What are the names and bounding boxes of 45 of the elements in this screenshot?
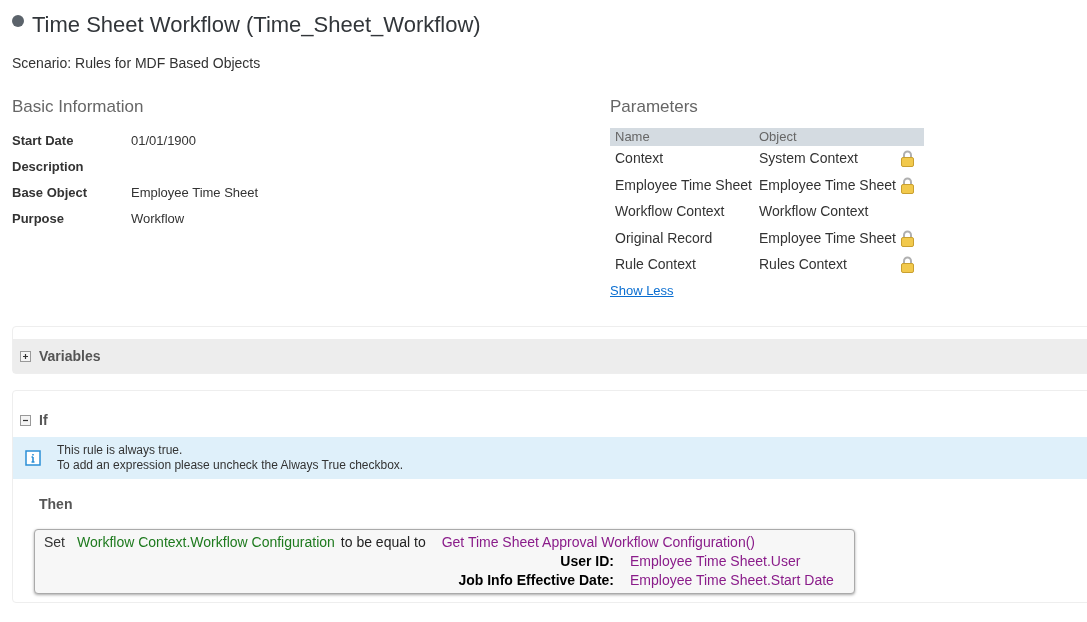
show-less-link[interactable]: Show Less <box>610 283 674 298</box>
field-label: Start Date <box>12 131 75 150</box>
operator-text: to be equal to <box>340 533 426 552</box>
info-text: To add an expression please uncheck the Always True checkbox. <box>57 458 404 473</box>
panel-title: If <box>39 410 48 430</box>
table-cell-text: Rule Context <box>615 255 697 275</box>
function-call[interactable]: Get Time Sheet Approval Workflow Configuration() <box>441 533 755 552</box>
field-value: Employee Time Sheet <box>131 183 259 202</box>
field-label: Purpose <box>12 209 65 228</box>
padlock-icon <box>901 176 914 194</box>
argument-label: Job Info Effective Date: <box>457 571 614 590</box>
target-variable[interactable]: Workflow Context.Workflow Configuration <box>77 533 335 552</box>
column-header: Object <box>759 127 797 146</box>
table-cell-text: Employee Time Sheet <box>615 175 753 195</box>
panel-title: Variables <box>39 346 101 366</box>
info-text: This rule is always true. <box>57 443 184 458</box>
table-cell-text: Original Record <box>615 228 714 248</box>
table-cell-text: Workflow Context <box>615 202 726 222</box>
expand-icon[interactable] <box>20 350 31 362</box>
field-label: Base Object <box>12 183 89 202</box>
padlock-icon <box>901 256 914 274</box>
section-heading: Basic Information <box>12 96 145 118</box>
argument-value[interactable]: Employee Time Sheet.Start Date <box>630 571 834 590</box>
table-cell-text: Workflow Context <box>759 202 870 222</box>
field-label: Description <box>12 157 85 176</box>
collapse-icon[interactable] <box>20 414 31 426</box>
table-cell-text: Context <box>615 149 665 169</box>
argument-value[interactable]: Employee Time Sheet.User <box>630 552 801 571</box>
padlock-icon <box>901 150 914 168</box>
set-keyword: Set <box>44 533 65 552</box>
table-cell-text: Employee Time Sheet <box>759 175 897 195</box>
column-header: Name <box>615 127 651 146</box>
padlock-icon <box>901 229 914 247</box>
scenario-text: Scenario: Rules for MDF Based Objects <box>12 54 262 73</box>
field-value: 01/01/1900 <box>131 131 197 150</box>
table-cell-text: Rules Context <box>759 255 848 275</box>
info-icon <box>25 450 41 466</box>
argument-label: User ID: <box>559 552 614 571</box>
field-value: Workflow <box>131 209 185 228</box>
table-cell-text: System Context <box>759 149 859 169</box>
section-heading: Parameters <box>610 96 699 118</box>
panel-header[interactable]: Variables <box>13 339 1087 373</box>
then-label: Then <box>38 495 74 514</box>
page-title: Time Sheet Workflow (Time_Sheet_Workflow) <box>32 11 481 39</box>
table-cell-text: Employee Time Sheet <box>759 228 897 248</box>
